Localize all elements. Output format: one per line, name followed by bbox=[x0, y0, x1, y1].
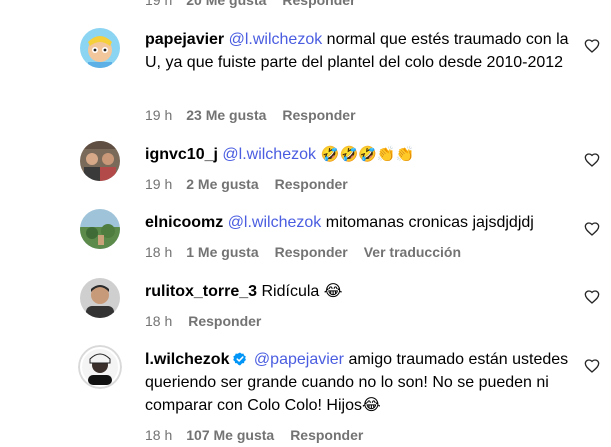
comment-body: l.wilchezok @papejavier amigo traumado e… bbox=[145, 348, 575, 417]
avatar[interactable] bbox=[80, 209, 120, 249]
likes-count[interactable]: 20 Me gusta bbox=[186, 0, 266, 8]
reply-button[interactable]: Responder bbox=[282, 107, 355, 123]
reply-button[interactable]: Responder bbox=[275, 244, 348, 260]
comment-meta-row: 18 h 1 Me gusta Responder Ver traducción bbox=[145, 244, 461, 260]
comment-username[interactable]: ignvc10_j bbox=[145, 146, 218, 163]
reply-button[interactable]: Responder bbox=[275, 176, 348, 192]
likes-count[interactable]: 2 Me gusta bbox=[186, 176, 258, 192]
comment-mention[interactable]: @l.wilchezok bbox=[229, 31, 323, 48]
likes-count[interactable]: 23 Me gusta bbox=[186, 107, 266, 123]
comment-time: 18 h bbox=[145, 244, 173, 260]
comment-body: elnicoomz @l.wilchezok mitomanas cronica… bbox=[145, 211, 575, 234]
comment-username[interactable]: rulitox_torre_3 bbox=[145, 283, 257, 300]
avatar[interactable] bbox=[80, 141, 120, 181]
comment-username[interactable]: papejavier bbox=[145, 31, 224, 48]
comment-time: 18 h bbox=[145, 427, 173, 443]
reply-button[interactable]: Responder bbox=[188, 313, 261, 329]
comment-time: 19 h bbox=[145, 107, 173, 123]
reply-button[interactable]: Responder bbox=[282, 0, 355, 8]
comment-time: 19 h bbox=[145, 0, 173, 8]
avatar[interactable] bbox=[80, 278, 120, 318]
comment-username[interactable]: elnicoomz bbox=[145, 214, 223, 231]
comment-meta-row: 19 h 2 Me gusta Responder bbox=[145, 176, 348, 192]
likes-count[interactable]: 107 Me gusta bbox=[186, 427, 274, 443]
comment-body: papejavier @l.wilchezok normal que estés… bbox=[145, 28, 575, 74]
like-heart-icon[interactable] bbox=[584, 221, 600, 237]
comment-meta-row: 18 h 107 Me gusta Responder bbox=[145, 427, 363, 443]
verified-badge-icon bbox=[233, 350, 247, 366]
comment-body: ignvc10_j @l.wilchezok 🤣🤣🤣👏👏 bbox=[145, 143, 575, 166]
comment-meta-row: 19 h 20 Me gusta Responder bbox=[145, 0, 356, 8]
comment-body: rulitox_torre_3 Ridícula 😂 bbox=[145, 280, 575, 303]
comment-time: 18 h bbox=[145, 313, 173, 329]
reply-button[interactable]: Responder bbox=[290, 427, 363, 443]
like-heart-icon[interactable] bbox=[584, 38, 600, 54]
comment-meta-row: 19 h 23 Me gusta Responder bbox=[145, 107, 356, 123]
comment-mention[interactable]: @l.wilchezok bbox=[222, 146, 316, 163]
like-heart-icon[interactable] bbox=[584, 152, 600, 168]
likes-count[interactable]: 1 Me gusta bbox=[186, 244, 258, 260]
comment-mention[interactable]: @l.wilchezok bbox=[228, 214, 322, 231]
comment-time: 19 h bbox=[145, 176, 173, 192]
like-heart-icon[interactable] bbox=[584, 289, 600, 305]
comment-text: 🤣🤣🤣👏👏 bbox=[316, 145, 415, 163]
comment-meta-row: 18 h Responder bbox=[145, 313, 261, 329]
comment-username[interactable]: l.wilchezok bbox=[145, 351, 229, 368]
comment-text: Ridícula 😂 bbox=[257, 283, 343, 300]
avatar[interactable] bbox=[80, 28, 120, 68]
see-translation-button[interactable]: Ver traducción bbox=[364, 244, 461, 260]
avatar-with-story-ring[interactable] bbox=[78, 345, 122, 389]
comment-text: mitomanas cronicas jajsdjdjdj bbox=[321, 214, 534, 231]
comment-mention[interactable]: @papejavier bbox=[254, 351, 344, 368]
like-heart-icon[interactable] bbox=[584, 358, 600, 374]
